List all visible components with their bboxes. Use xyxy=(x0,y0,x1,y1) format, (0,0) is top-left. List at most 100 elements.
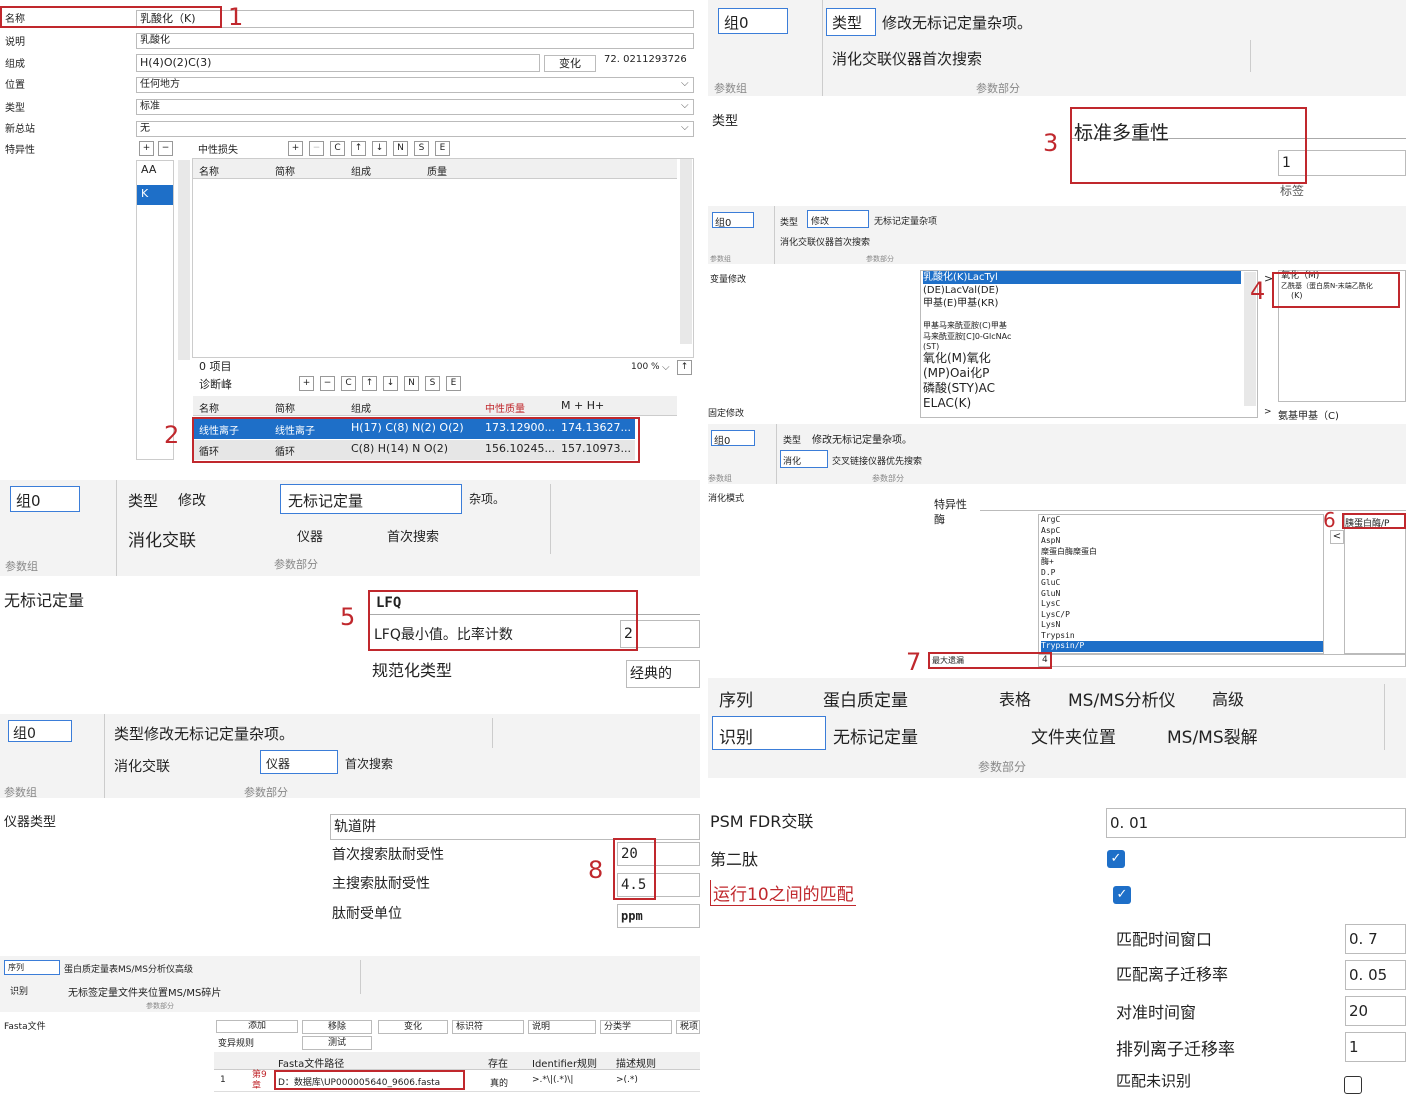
modification-list[interactable]: 乳酸化(K)LacTyl (DE)LacVal(DE) 甲基(E)甲基(KR) … xyxy=(920,270,1258,418)
add-aa-button[interactable]: + xyxy=(139,141,154,156)
remove-aa-button[interactable]: − xyxy=(158,141,173,156)
list-item[interactable]: GluC xyxy=(1041,578,1323,589)
tab-row1-rest[interactable]: 修改无标记定量杂项。 xyxy=(882,12,1032,33)
tab-modify[interactable]: 修改 xyxy=(178,490,206,510)
taxonomy-button[interactable]: 分类学 xyxy=(600,1020,672,1034)
test-button[interactable]: 测试 xyxy=(302,1036,372,1050)
n-loss-button[interactable]: N xyxy=(393,141,408,156)
list-item[interactable]: (ST) xyxy=(923,342,1257,351)
remove-peak-button[interactable]: − xyxy=(320,376,335,391)
list-item[interactable]: 酶+ xyxy=(1041,557,1323,568)
tab-row2-rest[interactable]: 无标签定量文件夹位置MS/MS碎片 xyxy=(68,984,221,999)
list-item[interactable]: (DE)LacVal(DE) xyxy=(923,284,1257,297)
list-item[interactable]: 氧化(M)氧化 xyxy=(923,351,1257,366)
tab-row2[interactable]: 消化交联仪器首次搜索 xyxy=(832,48,982,69)
tab-first-search[interactable]: 首次搜索 xyxy=(387,526,439,545)
second-peptide-checkbox[interactable]: ✓ xyxy=(1107,850,1125,868)
type-select[interactable]: 标准 xyxy=(136,99,694,115)
tab-tables[interactable]: 表格 xyxy=(999,686,1031,710)
clear-loss-button[interactable]: C xyxy=(330,141,345,156)
aa-scrollbar[interactable] xyxy=(178,160,190,360)
e-peak-button[interactable]: E xyxy=(446,376,461,391)
list-item[interactable]: K xyxy=(137,185,173,205)
list-item[interactable]: LysC/P xyxy=(1041,610,1323,621)
description-input[interactable]: 乳酸化 xyxy=(136,33,694,49)
list-item[interactable]: AspC xyxy=(1041,526,1323,537)
composition-input[interactable]: H(4)O(2)C(3) xyxy=(136,54,540,72)
move-up-peak-button[interactable]: ↑ xyxy=(362,376,377,391)
identifier-button[interactable]: 标识符 xyxy=(452,1020,524,1034)
tab-type[interactable]: 类型 xyxy=(783,433,801,446)
move-down-loss-button[interactable]: ↓ xyxy=(372,141,387,156)
tab-row2-rest[interactable]: 交叉链接仪器优先搜索 xyxy=(832,454,922,467)
change-fasta-button[interactable]: 变化 xyxy=(378,1020,448,1034)
list-item[interactable]: LysN xyxy=(1041,620,1323,631)
tab-msms-fragmentation[interactable]: MS/MS裂解 xyxy=(1167,723,1258,748)
remove-loss-button[interactable]: − xyxy=(309,141,324,156)
zoom-level[interactable]: 100 % xyxy=(631,362,660,372)
list-item[interactable]: ELAC(K) xyxy=(923,396,1257,411)
tab-first-search[interactable]: 首次搜索 xyxy=(345,755,393,772)
list-item[interactable]: LysC xyxy=(1041,599,1323,610)
tab-instrument[interactable]: 仪器 xyxy=(297,526,323,545)
list-item[interactable]: ArgC xyxy=(1041,515,1323,526)
list-item[interactable]: Trypsin xyxy=(1041,631,1323,642)
match-time-input[interactable]: 0. 7 xyxy=(1345,924,1406,954)
tab-folder-locations[interactable]: 文件夹位置 xyxy=(1031,723,1116,748)
s-peak-button[interactable]: S xyxy=(425,376,440,391)
tab-misc[interactable]: 杂项。 xyxy=(469,490,505,507)
selected-enzyme-list[interactable] xyxy=(1344,514,1406,654)
tab-identification[interactable]: 识别 xyxy=(10,984,28,997)
remove-fasta-button[interactable]: 移除 xyxy=(302,1020,372,1034)
tab-row1-rest[interactable]: 修改无标记定量杂项。 xyxy=(812,431,912,446)
change-composition-button[interactable]: 变化 xyxy=(544,55,596,72)
list-item[interactable]: 马来酰亚胺[C]0-GlcNAc xyxy=(923,331,1257,342)
tab-advanced[interactable]: 高级 xyxy=(1212,686,1244,710)
move-down-peak-button[interactable]: ↓ xyxy=(383,376,398,391)
n-peak-button[interactable]: N xyxy=(404,376,419,391)
e-loss-button[interactable]: E xyxy=(435,141,450,156)
list-item[interactable]: 磷酸(STY)AC xyxy=(923,381,1257,396)
tab-digest[interactable]: 消化交联 xyxy=(128,526,196,551)
list-item[interactable]: AA xyxy=(137,161,173,181)
list-item[interactable]: GluN xyxy=(1041,589,1323,600)
instrument-type-select[interactable]: 轨道阱 xyxy=(330,814,700,840)
tab-msms-analyzer[interactable]: MS/MS分析仪 xyxy=(1068,686,1176,711)
tab-digest[interactable]: 消化交联 xyxy=(114,756,170,776)
list-item[interactable]: (MP)Oai化P xyxy=(923,366,1257,381)
position-select[interactable]: 任何地方 xyxy=(136,77,694,93)
match-ion-input[interactable]: 0. 05 xyxy=(1345,960,1406,990)
norm-type-select[interactable]: 经典的 xyxy=(626,660,700,688)
max-missed-input[interactable]: 4 xyxy=(1038,654,1406,667)
tab-sequence[interactable]: 序列 xyxy=(719,686,753,711)
match-unidentified-checkbox[interactable] xyxy=(1344,1076,1362,1094)
tax-button[interactable]: 税项 xyxy=(676,1020,700,1034)
align-time-input[interactable]: 20 xyxy=(1345,996,1406,1026)
table-scrollbar[interactable] xyxy=(680,159,692,344)
clear-peak-button[interactable]: C xyxy=(341,376,356,391)
match-between-runs-checkbox[interactable]: ✓ xyxy=(1113,886,1131,904)
tol-unit-select[interactable]: ppm xyxy=(617,904,700,928)
add-fasta-button[interactable]: 添加 xyxy=(216,1020,298,1033)
s-loss-button[interactable]: S xyxy=(414,141,429,156)
enzyme-list[interactable]: ArgC AspC AspN 糜蛋白酶糜蛋白 酶+ D.P GluC GluN … xyxy=(1038,514,1324,654)
list-item[interactable]: AspN xyxy=(1041,536,1323,547)
tab-protein-quant[interactable]: 蛋白质定量 xyxy=(823,686,908,711)
list-item[interactable]: Trypsin/P xyxy=(1041,641,1323,652)
move-left-arrow[interactable]: < xyxy=(1330,530,1344,544)
list-item[interactable]: 甲基马来酰亚胺(C)甲基 xyxy=(923,320,1257,331)
tab-row1[interactable]: 类型修改无标记定量杂项。 xyxy=(114,723,294,744)
tab-type[interactable]: 类型 xyxy=(780,215,798,228)
fixed-mod-item[interactable]: 氨基甲基（C) xyxy=(1278,407,1339,422)
tab-row2[interactable]: 消化交联仪器首次搜索 xyxy=(780,235,870,248)
list-item[interactable]: 糜蛋白酶糜蛋白 xyxy=(1041,547,1323,558)
new-terminus-select[interactable]: 无 xyxy=(136,121,694,137)
list-item[interactable]: 甲基(E)甲基(KR) xyxy=(923,297,1257,310)
aa-list[interactable]: AA K xyxy=(136,160,174,460)
align-ion-input[interactable]: 1 xyxy=(1345,1032,1406,1062)
up-arrow-button[interactable]: ↑ xyxy=(677,360,692,375)
move-right-arrow[interactable]: > xyxy=(1264,407,1272,417)
tab-row1-rest[interactable]: 无标记定量杂项 xyxy=(874,214,937,227)
tab-type[interactable]: 类型 xyxy=(128,490,158,511)
tab-row1-rest[interactable]: 蛋白质定量表MS/MS分析仪高级 xyxy=(64,962,193,975)
